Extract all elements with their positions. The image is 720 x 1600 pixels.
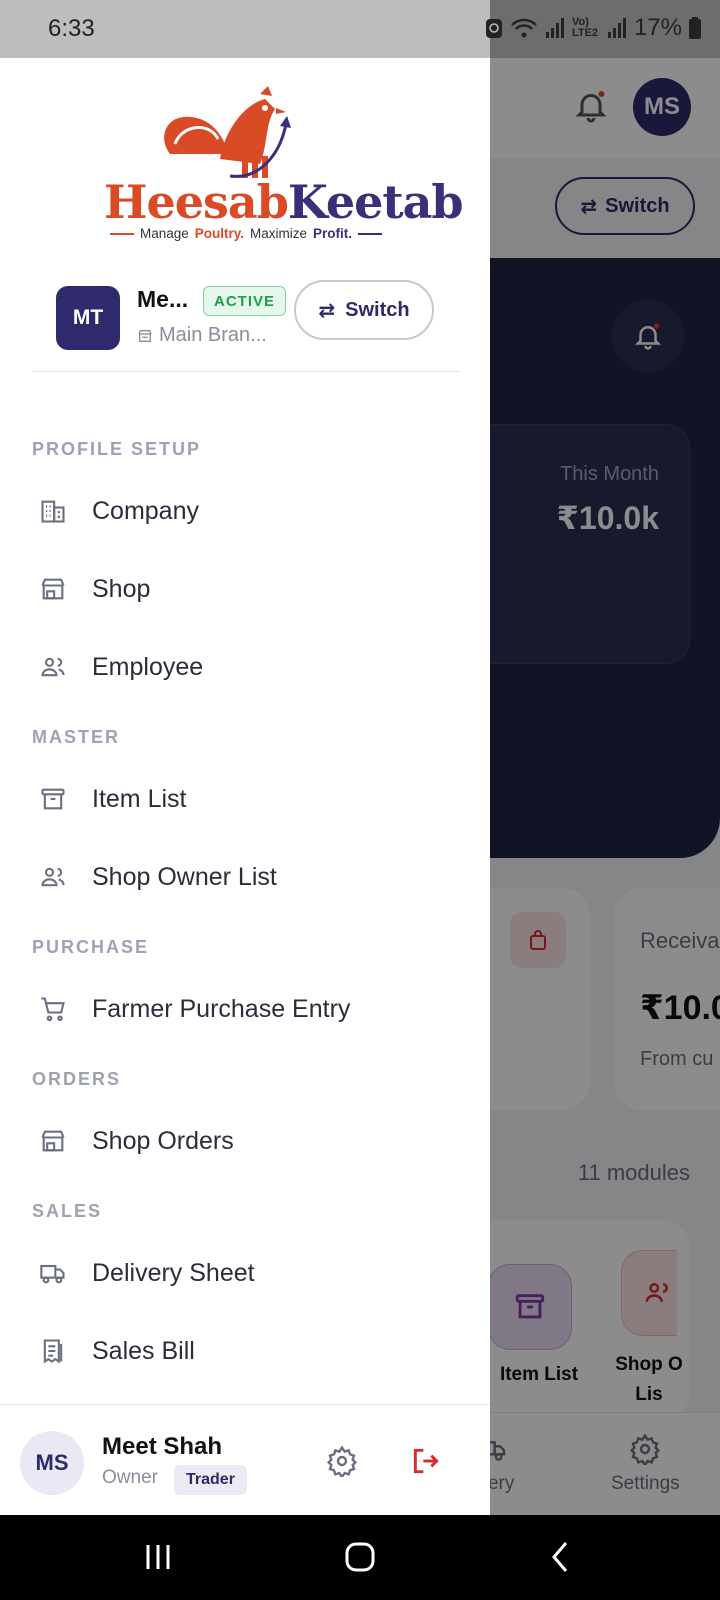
menu-label-shop: Shop: [92, 574, 151, 603]
users-icon: [38, 652, 68, 682]
menu-label-shop-owner-list: Shop Owner List: [92, 862, 277, 891]
status-badge: ACTIVE: [203, 286, 287, 316]
recycle-icon: [485, 19, 502, 38]
menu-label-shop-orders: Shop Orders: [92, 1126, 234, 1155]
shop-avatar: MT: [56, 286, 120, 350]
status-icons: Vo) LTE2 17%: [484, 14, 702, 42]
logout-icon[interactable]: [410, 1445, 442, 1477]
logo-part1: Heesab: [104, 175, 289, 229]
user-name: Meet Shah: [102, 1433, 223, 1460]
menu-item-employee[interactable]: Employee: [0, 628, 490, 706]
store-icon: [138, 329, 152, 342]
menu-item-sales-bill[interactable]: Sales Bill: [0, 1312, 490, 1390]
switch-shop-button[interactable]: ⇄ Switch: [294, 280, 434, 340]
truck-icon: [38, 1258, 68, 1288]
menu-label-farmer-purchase-entry: Farmer Purchase Entry: [92, 994, 351, 1023]
section-sales: SALES: [32, 1201, 103, 1221]
menu-label-sales-bill: Sales Bill: [92, 1336, 195, 1365]
home-icon[interactable]: [340, 1537, 380, 1577]
user-role: Owner: [102, 1467, 158, 1488]
menu-label-employee: Employee: [92, 652, 204, 681]
users-icon: [38, 862, 68, 892]
drawer-footer: MS Meet Shah Owner Trader: [0, 1404, 490, 1515]
recent-apps-icon[interactable]: [138, 1537, 178, 1577]
tagline-rule-right: [358, 232, 383, 235]
cart-icon: [38, 994, 68, 1024]
switch-label: Switch: [345, 298, 410, 321]
receipt-icon: [38, 1336, 68, 1366]
store-icon: [38, 574, 68, 604]
signal-icon: [545, 18, 564, 38]
logo-wordmark: HeesabKeetab: [104, 175, 464, 229]
signal-icon: [607, 18, 626, 38]
tagline-rule-left: [110, 232, 134, 235]
store-icon: [38, 1126, 68, 1156]
tagline-profit: Profit.: [313, 226, 353, 241]
current-shop-row: MT Me... ACTIVE Main Bran... ⇄ Switch: [32, 280, 460, 372]
logo-tagline: Manage Poultry. Maximize Profit.: [110, 226, 383, 241]
menu-item-shop-owner-list[interactable]: Shop Owner List: [0, 838, 490, 916]
building-icon: [38, 496, 68, 526]
section-profile-setup: PROFILE SETUP: [32, 439, 202, 459]
menu-item-item-list[interactable]: Item List: [0, 760, 490, 838]
avatar[interactable]: MS: [20, 1431, 84, 1495]
status-bar: 6:33 Vo) LTE2 17%: [0, 0, 720, 58]
system-navigation-bar: [0, 1515, 720, 1600]
battery-percent: 17%: [633, 14, 682, 41]
tagline-poultry: Poultry.: [194, 226, 245, 241]
logo-part2: Keetab: [287, 175, 464, 229]
battery-icon: [689, 17, 701, 39]
section-purchase: PURCHASE: [32, 937, 150, 957]
menu-label-delivery-sheet: Delivery Sheet: [92, 1258, 255, 1287]
menu-item-company[interactable]: Company: [0, 472, 490, 550]
branch-name: Main Bran...: [159, 324, 267, 346]
tagline-manage: Manage: [139, 226, 189, 241]
gear-icon[interactable]: [326, 1445, 358, 1477]
section-orders: ORDERS: [32, 1069, 122, 1089]
menu-item-shop[interactable]: Shop: [0, 550, 490, 628]
menu-item-delivery-sheet[interactable]: Delivery Sheet: [0, 1234, 490, 1312]
swap-icon: ⇄: [318, 299, 336, 322]
status-time: 6:33: [48, 15, 95, 42]
menu-label-item-list: Item List: [92, 784, 187, 813]
wifi-icon: [511, 18, 537, 38]
drawer-menu: PROFILE SETUP Company Shop Employee MAST…: [0, 418, 490, 1390]
network-label: Vo) LTE2: [571, 16, 599, 39]
menu-label-company: Company: [92, 496, 199, 525]
shop-name: Me...: [137, 286, 189, 312]
section-master: MASTER: [32, 727, 120, 747]
menu-item-farmer-purchase-entry[interactable]: Farmer Purchase Entry: [0, 970, 490, 1048]
back-icon[interactable]: [542, 1537, 582, 1577]
branch-label: Main Bran...: [137, 324, 267, 347]
user-type-badge: Trader: [174, 1465, 247, 1495]
archive-icon: [38, 784, 68, 814]
navigation-drawer: HeesabKeetab Manage Poultry. Maximize Pr…: [0, 58, 490, 1515]
menu-item-shop-orders[interactable]: Shop Orders: [0, 1102, 490, 1180]
tagline-maximize: Maximize: [250, 226, 308, 241]
